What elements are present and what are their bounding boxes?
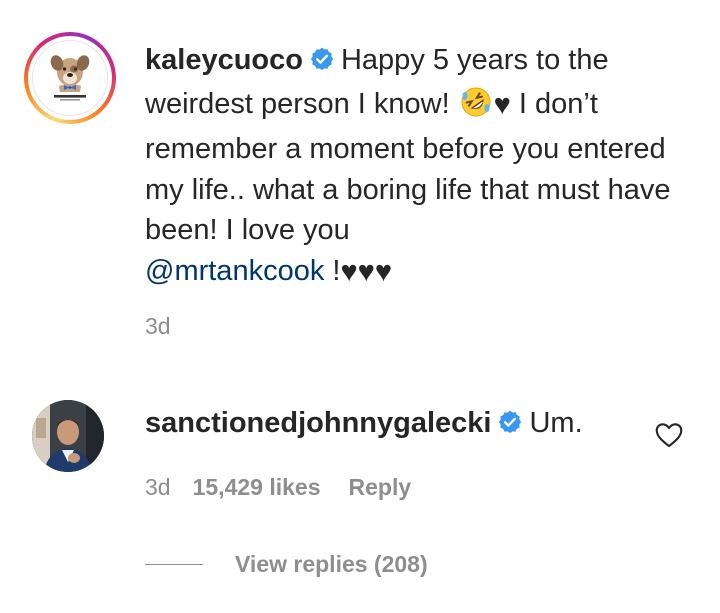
comment-text: Um.: [529, 407, 583, 439]
caption-ending: !: [324, 254, 341, 287]
caption-timestamp[interactable]: 3d: [145, 313, 171, 340]
view-replies-button[interactable]: View replies (208): [145, 551, 428, 578]
rolling-on-floor-laughing-emoji-icon: [460, 86, 492, 130]
comment-timestamp[interactable]: 3d: [145, 474, 171, 501]
comment-username[interactable]: sanctionedjohnnygalecki: [145, 407, 491, 439]
comment-meta: 3d 15,429 likes Reply: [145, 474, 411, 501]
heart-outline-icon: [655, 423, 683, 448]
avatar-gap: [28, 36, 112, 120]
comment-avatar[interactable]: [32, 400, 104, 472]
story-ring[interactable]: [24, 32, 116, 124]
comment-body: sanctionedjohnnygalecki Um.: [145, 403, 583, 446]
mention-link[interactable]: @mrtankcook: [145, 255, 324, 287]
caption-avatar[interactable]: [32, 40, 108, 116]
heart-glyph: ♥: [493, 88, 511, 121]
reply-button[interactable]: Reply: [349, 474, 412, 501]
verified-badge-icon: [497, 406, 523, 446]
like-comment-button[interactable]: [653, 419, 685, 451]
replies-divider-line: [145, 564, 203, 565]
comment-likes-count[interactable]: 15,429 likes: [193, 474, 321, 501]
verified-badge-icon: [309, 43, 335, 84]
hearts-glyphs: ♥♥♥: [340, 255, 393, 288]
caption-body: kaleycuoco Happy 5 years to the weirdest …: [145, 40, 705, 292]
profile-photo-icon: [32, 400, 104, 472]
view-replies-label: View replies (208): [235, 551, 428, 577]
dog-logo-icon: [50, 55, 90, 101]
caption-username[interactable]: kaleycuoco: [145, 44, 303, 76]
